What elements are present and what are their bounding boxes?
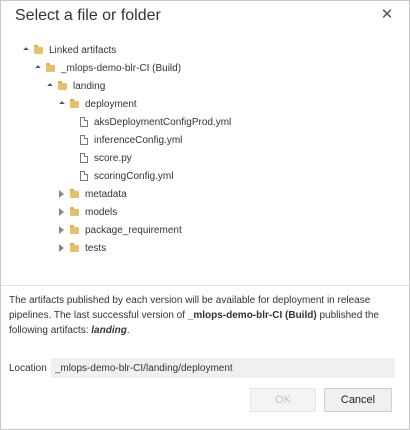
folder-icon bbox=[70, 98, 79, 108]
tree-node-label: models bbox=[85, 206, 118, 218]
tree-node-file[interactable]: inferenceConfig.yml bbox=[80, 131, 182, 149]
tree-node-metadata[interactable]: metadata bbox=[57, 185, 127, 203]
tree-node-label: _mlops-demo-blr-CI (Build) bbox=[61, 62, 182, 74]
tree-node-label: metadata bbox=[85, 188, 127, 200]
tree-node-file[interactable]: scoringConfig.yml bbox=[80, 167, 173, 185]
file-icon bbox=[80, 135, 88, 145]
tree-node-deployment[interactable]: deployment bbox=[57, 95, 137, 113]
info-text-part: . bbox=[126, 325, 130, 336]
tree-node-models[interactable]: models bbox=[57, 203, 117, 221]
cancel-button[interactable]: Cancel bbox=[324, 388, 392, 412]
tree-node-tests[interactable]: tests bbox=[57, 239, 106, 257]
tree-node-file[interactable]: aksDeploymentConfigProd.yml bbox=[80, 113, 231, 131]
expand-arrow-icon[interactable] bbox=[21, 46, 30, 55]
file-icon bbox=[80, 171, 88, 181]
tree-node-label: tests bbox=[85, 242, 107, 254]
info-artifacts: landing bbox=[91, 325, 127, 336]
tree-node-landing[interactable]: landing bbox=[45, 77, 105, 95]
folder-icon bbox=[46, 62, 55, 72]
expand-arrow-icon[interactable] bbox=[45, 82, 54, 91]
tree-node-label: aksDeploymentConfigProd.yml bbox=[94, 116, 232, 128]
location-input[interactable] bbox=[50, 358, 395, 378]
file-icon bbox=[80, 117, 88, 127]
artifacts-info-text: The artifacts published by each version … bbox=[9, 293, 403, 338]
collapse-arrow-icon[interactable] bbox=[57, 226, 66, 235]
collapse-arrow-icon[interactable] bbox=[57, 208, 66, 217]
folder-icon bbox=[34, 44, 43, 54]
tree-node-package-requirement[interactable]: package_requirement bbox=[57, 221, 182, 239]
folder-icon bbox=[58, 80, 67, 90]
tree-node-file[interactable]: score.py bbox=[80, 149, 132, 167]
expand-arrow-icon[interactable] bbox=[57, 100, 66, 109]
tree-node-label: deployment bbox=[85, 98, 137, 110]
ok-button[interactable]: OK bbox=[250, 388, 316, 412]
file-picker-dialog: Select a file or folder ✕ Linked artifac… bbox=[0, 0, 410, 430]
collapse-arrow-icon[interactable] bbox=[57, 190, 66, 199]
folder-icon bbox=[70, 242, 79, 252]
collapse-arrow-icon[interactable] bbox=[57, 244, 66, 253]
location-label: Location bbox=[9, 362, 47, 374]
tree-node-label: Linked artifacts bbox=[49, 44, 117, 56]
tree-node-label: landing bbox=[73, 80, 106, 92]
folder-icon bbox=[70, 224, 79, 234]
tree-node-label: score.py bbox=[94, 152, 132, 164]
tree-node-linked-artifacts[interactable]: Linked artifacts bbox=[21, 41, 116, 59]
tree-node-label: inferenceConfig.yml bbox=[94, 134, 183, 146]
location-row: Location bbox=[9, 358, 395, 378]
file-icon bbox=[80, 153, 88, 163]
expand-arrow-icon[interactable] bbox=[33, 64, 42, 73]
close-icon[interactable]: ✕ bbox=[379, 7, 395, 23]
tree-node-build[interactable]: _mlops-demo-blr-CI (Build) bbox=[33, 59, 181, 77]
folder-icon bbox=[70, 206, 79, 216]
folder-icon bbox=[70, 188, 79, 198]
info-build-name: _mlops-demo-blr-CI (Build) bbox=[187, 310, 317, 321]
artifact-tree: Linked artifacts _mlops-demo-blr-CI (Bui… bbox=[1, 39, 409, 286]
tree-node-label: scoringConfig.yml bbox=[94, 170, 174, 182]
tree-node-label: package_requirement bbox=[85, 224, 182, 236]
dialog-title: Select a file or folder bbox=[15, 7, 161, 24]
